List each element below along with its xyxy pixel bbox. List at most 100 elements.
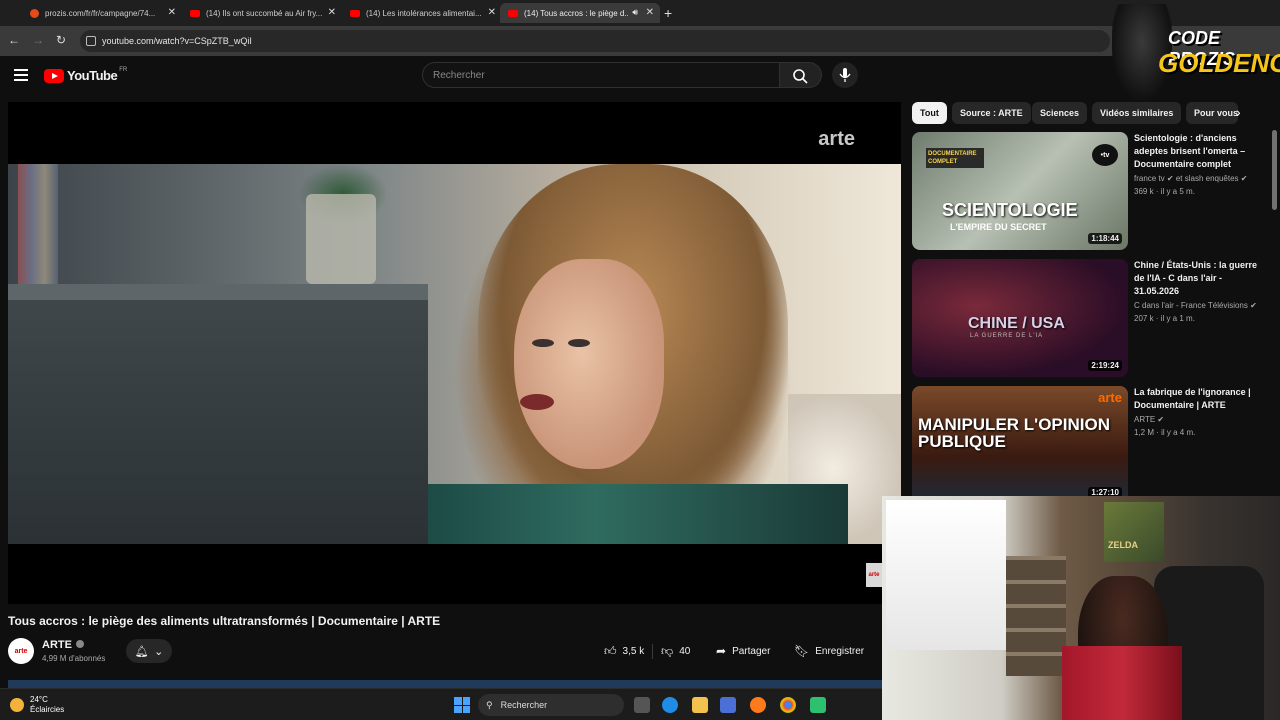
search-icon: ⚲	[486, 699, 493, 710]
search-input[interactable]: Rechercher	[422, 62, 780, 88]
chevron-down-icon: ⌄	[154, 645, 164, 658]
browser-tab-intolerances[interactable]: (14) Les intolérances alimentai... ✕	[342, 3, 502, 23]
recommendation-item[interactable]: DOCUMENTAIRE COMPLET •tv SCIENTOLOGIE L'…	[912, 132, 1272, 252]
wall-poster	[1104, 502, 1164, 562]
browser-tab-active[interactable]: (14) Tous accros : le piège d... 🔊︎ ✕	[500, 3, 660, 23]
subscriber-count: 4,99 M d'abonnés	[42, 654, 106, 663]
chevron-right-icon[interactable]: ›	[1236, 104, 1241, 120]
chrome-icon[interactable]	[780, 697, 796, 713]
back-arrow-icon[interactable]: ←	[8, 33, 20, 47]
dislike-count: 40	[679, 645, 691, 657]
site-info-icon[interactable]	[86, 36, 96, 46]
chip-sciences[interactable]: Sciences	[1032, 102, 1088, 124]
search-icon	[793, 69, 808, 84]
video-thumbnail[interactable]: CHINE / USA LA GUERRE DE L'IA 2:19:24	[912, 259, 1128, 377]
dislike-button[interactable]: 👎︎ 40	[652, 643, 691, 659]
recommendation-meta: 369 k · il y a 5 m.	[1134, 187, 1195, 196]
video-duration: 1:18:44	[1088, 233, 1122, 244]
close-tab-icon[interactable]: ✕	[328, 7, 336, 18]
like-count: 3,5 k	[622, 645, 645, 657]
channel-name-text: ARTE	[42, 639, 72, 651]
share-button[interactable]: ➦ Partager	[706, 639, 781, 663]
close-tab-icon[interactable]: ✕	[646, 7, 654, 18]
like-dislike-group: 👍︎ 3,5 k 👎︎ 40	[594, 639, 704, 663]
forward-arrow-icon[interactable]: →	[32, 33, 44, 47]
reload-icon[interactable]: ↻	[56, 33, 66, 47]
thumbnail-title: SCIENTOLOGIE	[942, 200, 1078, 220]
thumbs-up-icon: 👍︎	[604, 643, 617, 658]
video-title: Tous accros : le piège des aliments ultr…	[8, 614, 441, 628]
search-button[interactable]	[780, 62, 822, 88]
prozis-favicon-icon	[30, 8, 39, 18]
store-icon[interactable]	[720, 697, 736, 713]
new-tab-icon[interactable]: +	[664, 5, 672, 21]
close-tab-icon[interactable]: ✕	[168, 7, 176, 18]
file-explorer-icon[interactable]	[692, 697, 708, 713]
youtube-favicon-icon	[190, 9, 200, 17]
brand-line-2: GOLDENG	[1158, 48, 1280, 78]
chip-similar[interactable]: Vidéos similaires	[1092, 102, 1182, 124]
youtube-header: YouTube FR Rechercher	[0, 56, 1280, 98]
channel-avatar[interactable]: arte	[8, 638, 34, 664]
close-tab-icon[interactable]: ✕	[488, 7, 496, 18]
windows-start-icon[interactable]	[454, 697, 470, 713]
recommendation-channel[interactable]: france tv ✔ et slash enquêtes ✔	[1134, 174, 1247, 183]
browser-tab-strip: prozis.com/fr/fr/campagne/74... ✕ (14) I…	[0, 0, 1280, 26]
menu-icon[interactable]	[14, 69, 28, 81]
arte-corner-badge: arte	[866, 563, 882, 587]
youtube-logo[interactable]: YouTube FR	[44, 67, 127, 83]
speaker-icon[interactable]: 🔊︎	[632, 7, 638, 18]
recommendation-item[interactable]: CHINE / USA LA GUERRE DE L'IA 2:19:24 Ch…	[912, 259, 1272, 379]
recommendation-title[interactable]: Chine / États-Unis : la guerre de l'IA -…	[1134, 259, 1264, 298]
thumbnail-subtitle: LA GUERRE DE L'IA	[970, 333, 1044, 339]
browser-tab-airfryer[interactable]: (14) Ils ont succombé au Air fry... ✕	[182, 3, 342, 23]
recommendation-item[interactable]: arte MANIPULER L'OPINION PUBLIQUE 1:27:1…	[912, 386, 1272, 506]
bell-icon: 🔔︎	[134, 645, 149, 658]
recommendation-meta: 1,2 M · il y a 4 m.	[1134, 428, 1196, 437]
chip-source-arte[interactable]: Source : ARTE	[952, 102, 1031, 124]
chip-all[interactable]: Tout	[912, 102, 947, 124]
video-duration: 2:19:24	[1088, 360, 1122, 371]
recommendation-title[interactable]: La fabrique de l'ignorance | Documentair…	[1134, 386, 1264, 412]
description-edge	[8, 680, 882, 688]
fireplace	[8, 300, 428, 544]
video-thumbnail[interactable]: DOCUMENTAIRE COMPLET •tv SCIENTOLOGIE L'…	[912, 132, 1128, 250]
microphone-icon	[839, 68, 851, 82]
weather-icon	[10, 698, 24, 712]
youtube-favicon-icon	[508, 9, 518, 17]
like-button[interactable]: 👍︎ 3,5 k	[594, 644, 652, 659]
tab-title: (14) Tous accros : le piège d...	[524, 8, 628, 18]
arte-thumbnail-logo: arte	[1098, 390, 1122, 405]
browser-tab-prozis[interactable]: prozis.com/fr/fr/campagne/74... ✕	[22, 3, 182, 23]
video-player[interactable]: arte	[8, 102, 901, 604]
save-button[interactable]: 🔖︎ Enregistrer	[784, 639, 875, 663]
firefox-icon[interactable]	[750, 697, 766, 713]
address-bar[interactable]: youtube.com/watch?v=CSpZTB_wQiI	[80, 30, 1110, 52]
thumbnail-title: MANIPULER L'OPINION PUBLIQUE	[918, 415, 1110, 451]
taskbar-search[interactable]: ⚲ Rechercher	[478, 694, 624, 716]
chip-for-you[interactable]: Pour vous	[1186, 102, 1238, 124]
thumbnail-badge: DOCUMENTAIRE COMPLET	[926, 148, 984, 168]
temperature: 24°C	[30, 695, 48, 704]
recommendation-meta: 207 k · il y a 1 m.	[1134, 314, 1195, 323]
video-frame[interactable]	[8, 164, 901, 544]
filter-chips: Tout Source : ARTE Sciences Vidéos simil…	[912, 102, 1252, 124]
room-window	[886, 500, 1006, 650]
poster-text: ZELDA	[1108, 540, 1138, 550]
task-view-icon[interactable]	[634, 697, 650, 713]
room-shelf	[1006, 556, 1066, 676]
notifications-button[interactable]: 🔔︎ ⌄	[126, 639, 172, 663]
video-thumbnail[interactable]: arte MANIPULER L'OPINION PUBLIQUE 1:27:1…	[912, 386, 1128, 504]
voice-search-button[interactable]	[832, 62, 858, 88]
edge-icon[interactable]	[662, 697, 678, 713]
weather-widget[interactable]: 24°C Éclaircies	[10, 695, 64, 715]
recommendation-channel[interactable]: ARTE ✔	[1134, 415, 1164, 424]
recommendation-title[interactable]: Scientologie : d'anciens adeptes brisent…	[1134, 132, 1264, 171]
recommendation-channel[interactable]: C dans l'air - France Télévisions ✔	[1134, 301, 1257, 310]
channel-name[interactable]: ARTE	[42, 639, 84, 651]
dress	[428, 484, 848, 544]
app-icon[interactable]	[810, 697, 826, 713]
france-tv-logo: •tv	[1092, 144, 1118, 166]
sidebar-scrollbar[interactable]	[1272, 130, 1277, 210]
thumbs-down-icon: 👎︎	[661, 643, 674, 658]
